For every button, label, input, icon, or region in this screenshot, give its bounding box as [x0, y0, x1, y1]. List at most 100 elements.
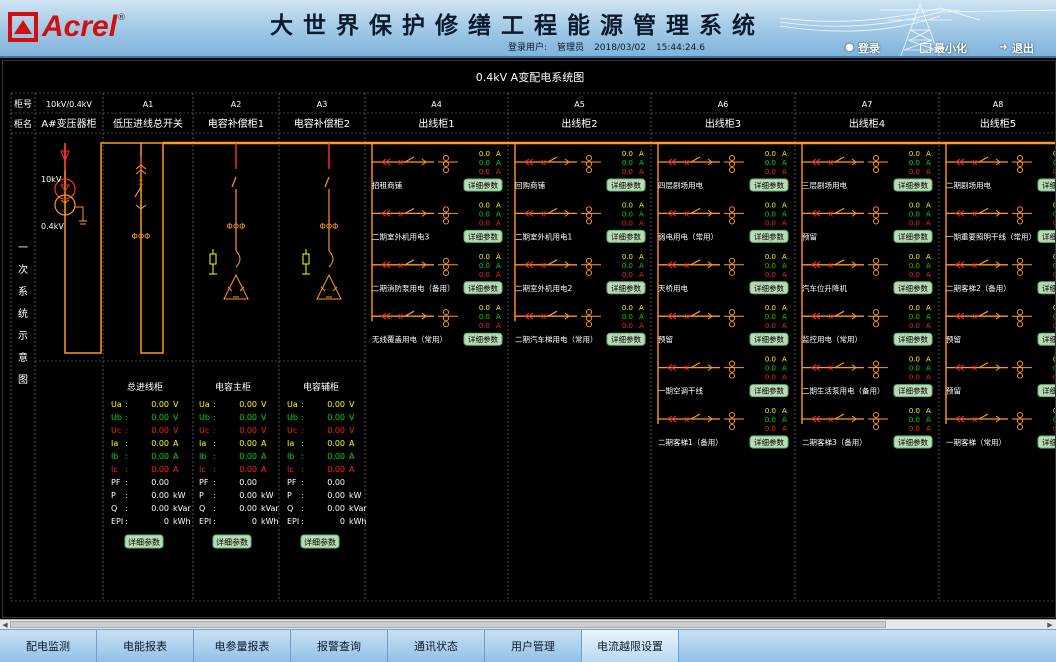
cap-ct-icon: ΦΦΦ — [227, 222, 246, 231]
horizontal-scrollbar[interactable]: ◀ ▶ — [0, 619, 1056, 629]
tab-5[interactable]: 用户管理 — [485, 630, 582, 662]
feeder-ct-2 — [872, 218, 880, 225]
meter-colon: : — [213, 504, 216, 513]
tab-2[interactable]: 电参量报表 — [194, 630, 291, 662]
meter-value: 0 — [164, 517, 169, 526]
meter-colon: : — [213, 426, 216, 435]
button-label: 详细参数 — [611, 180, 641, 190]
feeder-detail-button[interactable]: 详细参数 — [463, 229, 503, 243]
feeder-blade — [404, 310, 415, 317]
button-label: 详细参数 — [1042, 231, 1056, 241]
tab-3[interactable]: 报警查询 — [291, 630, 388, 662]
feeder-current-value: 0.0 — [909, 416, 920, 424]
feeder-breaker-x: x — [398, 312, 404, 322]
feeder-detail-button[interactable]: 详细参数 — [1037, 332, 1056, 346]
login-button[interactable]: ● 登录 — [844, 40, 880, 56]
meter-detail-button[interactable]: 详细参数 — [300, 534, 340, 549]
minimize-icon: _ — [920, 42, 931, 53]
cap-bank — [223, 273, 249, 300]
feeder-current-unit: A — [926, 374, 931, 382]
tab-6[interactable]: 电流越限设置 — [582, 630, 679, 662]
feeder-detail-button[interactable]: 详细参数 — [749, 332, 789, 346]
feeder-name: 二期生活泵用电（备用） — [802, 386, 885, 396]
feeder-detail-button[interactable]: 详细参数 — [749, 384, 789, 398]
feeder-detail-button[interactable]: 详细参数 — [1037, 435, 1056, 449]
feeder-ct-0 — [442, 154, 450, 162]
tab-1[interactable]: 电能报表 — [97, 630, 194, 662]
feeder-detail-button[interactable]: 详细参数 — [463, 332, 503, 346]
cabinet-name-2: 电容补偿柜1 — [208, 117, 264, 130]
meter-unit: kVar — [173, 504, 191, 513]
feeder-current-unit: A — [782, 168, 787, 176]
feeder-detail-button[interactable]: 详细参数 — [1037, 281, 1056, 295]
tab-0[interactable]: 配电监测 — [0, 630, 97, 662]
logo-text: Acrel — [42, 10, 118, 43]
feeder-detail-button[interactable]: 详细参数 — [893, 229, 933, 243]
feeder-detail-button[interactable]: 详细参数 — [606, 281, 646, 295]
feeder-current-value: 0.0 — [909, 210, 920, 218]
feeder-detail-button[interactable]: 详细参数 — [893, 435, 933, 449]
feeder-current-unit: A — [926, 313, 931, 321]
feeder-detail-button[interactable]: 详细参数 — [606, 229, 646, 243]
meter-value: 0.00 — [151, 439, 169, 448]
single-line-diagram-panel: 0.4kV A变配电系统图 柜号 柜名 10kV/0.4kV A#变压器柜 A1 低压进线… — [2, 60, 1056, 618]
meter-label: Ib — [199, 452, 206, 461]
minimize-button[interactable]: _ 最小化 — [920, 40, 967, 56]
scroll-left-icon[interactable]: ◀ — [1, 621, 9, 629]
tab-4[interactable]: 通讯状态 — [388, 630, 485, 662]
cabinet-name-4: 出线柜1 — [418, 117, 454, 130]
scrollbar-thumb[interactable] — [10, 621, 886, 628]
feeder-detail-button[interactable]: 详细参数 — [749, 229, 789, 243]
meter-unit: V — [173, 400, 179, 409]
feeder-breaker-x: x — [684, 261, 690, 271]
meter-colon: : — [213, 517, 216, 526]
meter-value: 0.00 — [327, 452, 345, 461]
feeder-current-unit: A — [782, 253, 787, 261]
feeder-detail-button[interactable]: 详细参数 — [893, 384, 933, 398]
feeder-current-unit: A — [639, 271, 644, 279]
meter-value: 0.00 — [239, 504, 257, 513]
feeder-current-value: 0.0 — [765, 425, 776, 433]
meter-detail-button[interactable]: 详细参数 — [124, 534, 164, 549]
feeder-breaker-x: x — [828, 209, 834, 219]
meter-label: Ua — [111, 400, 122, 409]
feeder-ct-0 — [1016, 154, 1024, 162]
button-label: 详细参数 — [1042, 283, 1056, 293]
exit-button[interactable]: ➜ 退出 — [998, 40, 1034, 56]
feeder-detail-button[interactable]: 详细参数 — [749, 178, 789, 192]
feeder-detail-button[interactable]: 详细参数 — [893, 281, 933, 295]
feeder-ct-0 — [585, 309, 593, 316]
feeder-detail-button[interactable]: 详细参数 — [749, 435, 789, 449]
feeder-current-unit: A — [496, 150, 501, 158]
meter-unit: A — [173, 452, 179, 461]
feeder-current-value: 0.0 — [765, 253, 776, 261]
meter-title: 总进线柜 — [127, 381, 163, 393]
feeder-breaker-x: x — [541, 312, 547, 322]
meter-unit: kW — [349, 491, 362, 500]
feeder-detail-button[interactable]: 详细参数 — [463, 281, 503, 295]
cabinet-no-0: 10kV/0.4kV — [46, 100, 92, 109]
feeder-detail-button[interactable]: 详细参数 — [1037, 178, 1056, 192]
meter-label: EPI — [199, 517, 211, 526]
meter-value: 0.00 — [239, 465, 257, 474]
cabinet-name-0: A#变压器柜 — [41, 117, 96, 130]
feeder-current-unit: A — [926, 407, 931, 415]
meter-label: Ub — [111, 413, 122, 422]
meter-detail-button[interactable]: 详细参数 — [212, 534, 252, 549]
feeder-row: x0.0A0.0A0.0A一期重要照明干线（常用）详细参数 — [946, 201, 1056, 243]
feeder-detail-button[interactable]: 详细参数 — [463, 178, 503, 192]
feeder-ct-2 — [1016, 423, 1024, 431]
feeder-detail-button[interactable]: 详细参数 — [749, 281, 789, 295]
feeder-detail-button[interactable]: 详细参数 — [606, 178, 646, 192]
meter-unit: kWh — [349, 517, 367, 526]
feeder-detail-button[interactable]: 详细参数 — [1037, 384, 1056, 398]
transformer-hv-label: 10kV — [41, 175, 62, 184]
feeder-detail-button[interactable]: 详细参数 — [606, 332, 646, 346]
current-time: 15:44:24.6 — [655, 43, 705, 53]
feeder-ct-2 — [585, 218, 593, 225]
scroll-right-icon[interactable]: ▶ — [1046, 621, 1054, 629]
feeder-detail-button[interactable]: 详细参数 — [1037, 229, 1056, 243]
feeder-detail-button[interactable]: 详细参数 — [893, 332, 933, 346]
feeder-detail-button[interactable]: 详细参数 — [893, 178, 933, 192]
feeder-current-unit: A — [639, 168, 644, 176]
